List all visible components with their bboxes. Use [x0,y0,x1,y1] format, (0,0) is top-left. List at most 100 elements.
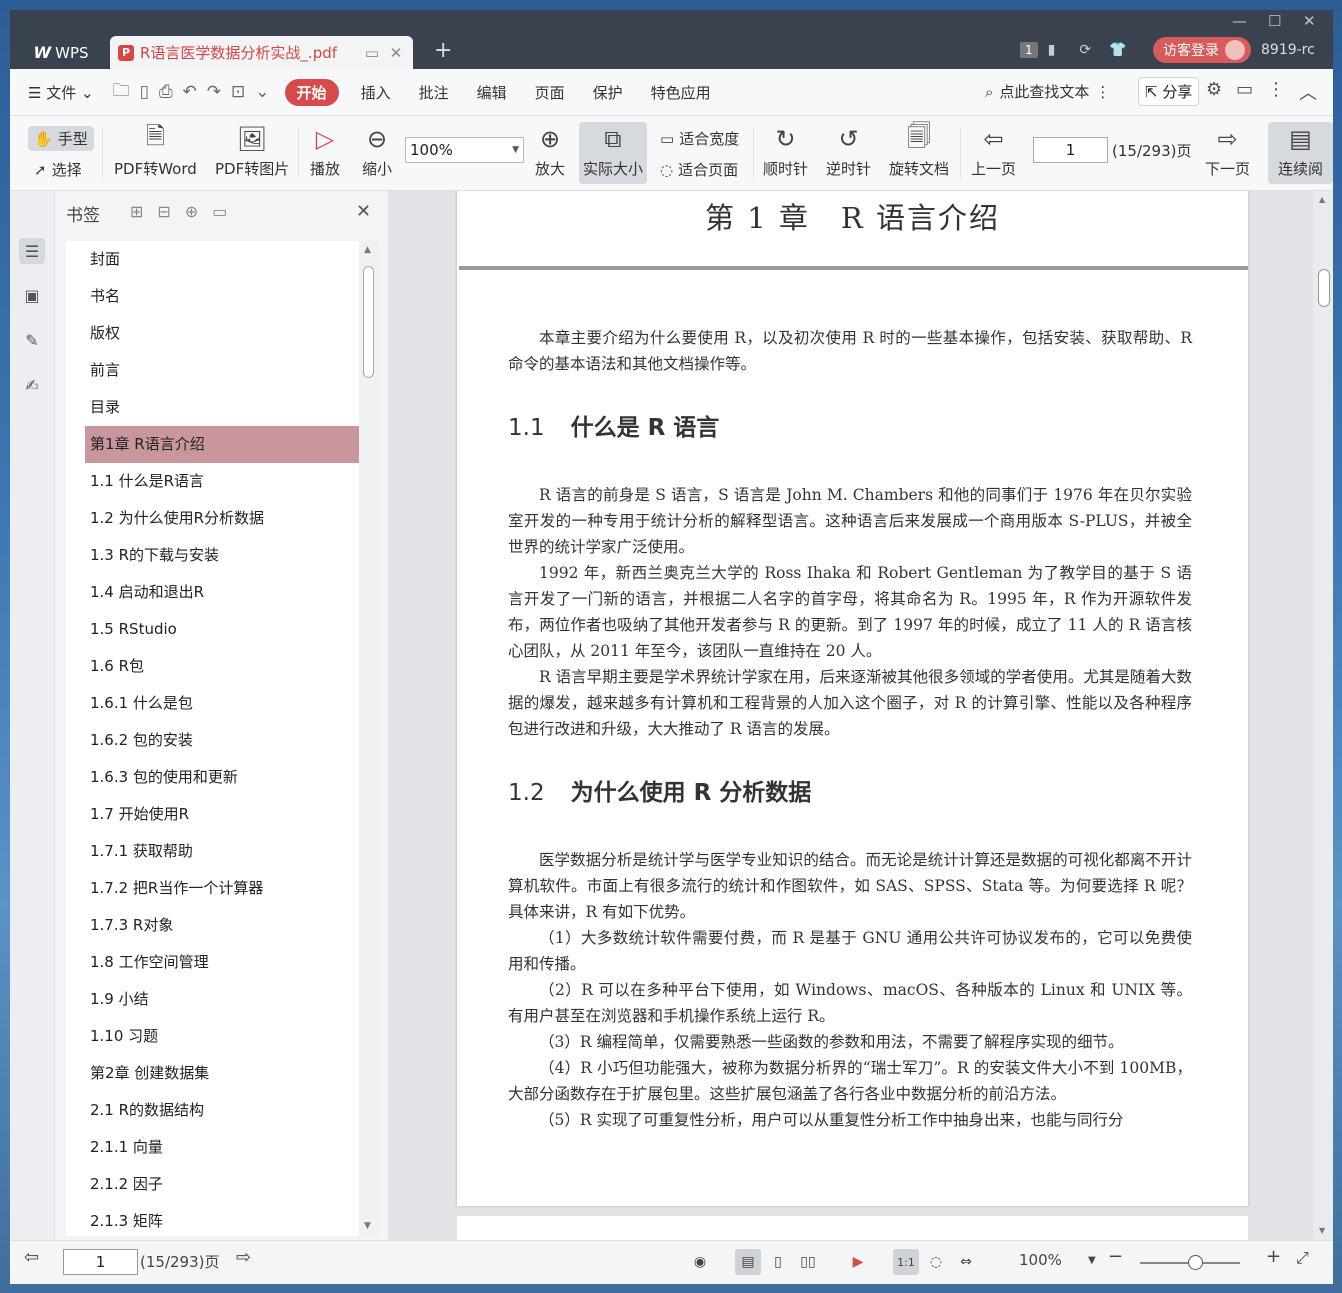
tab-special[interactable]: 特色应用 [637,82,725,103]
close-window-icon[interactable]: ✕ [1303,12,1316,30]
page-number-input[interactable]: 1 [1033,137,1108,163]
bookmark-item[interactable]: 1.4 启动和退出R [66,574,359,611]
more-icon[interactable]: ⋮ [1267,79,1285,105]
hand-tool-button[interactable]: ✋ 手型 [28,126,94,151]
single-page-icon[interactable]: ▯ [765,1249,791,1275]
bookmark-item[interactable]: 1.7 开始使用R [66,796,359,833]
window-count-badge[interactable]: 1 [1020,42,1038,58]
bookmark-item[interactable]: 1.7.2 把R当作一个计算器 [66,870,359,907]
zoom-plus-icon[interactable]: + [1266,1246,1281,1267]
actual-size-button[interactable]: ⧉ 实际大小 [579,122,647,184]
minimize-icon[interactable]: — [1232,12,1247,30]
annotation-icon[interactable]: ✎ [19,327,45,353]
actual-size-icon[interactable]: 1:1 [893,1249,919,1275]
visitor-login-button[interactable]: 访客登录 [1153,37,1251,63]
new-tab-button[interactable]: + [434,38,452,63]
bookmark-item[interactable]: 前言 [66,352,359,389]
tab-preview-icon[interactable]: ▭ [363,44,381,62]
comment-icon[interactable]: ▭ [1236,79,1253,105]
bookmark-item[interactable]: 1.7.3 R对象 [66,907,359,944]
two-page-icon[interactable]: ▯▯ [795,1249,821,1275]
wps-home-tab[interactable]: W WPS [14,36,108,69]
play-slideshow-icon[interactable]: ▶ [845,1249,871,1275]
bookmark-item[interactable]: 1.6.1 什么是包 [66,685,359,722]
print-icon[interactable]: ⎙ [159,82,173,102]
pdf-to-image-button[interactable]: 🖼 PDF转图片 [215,122,289,179]
rotate-document-button[interactable]: 🗐 旋转文档 [889,122,949,179]
bookmark-item[interactable]: 第1章 R语言介绍 [85,426,359,463]
bookmark-item[interactable]: 封面 [66,241,359,278]
document-view[interactable]: 第 1 章 R 语言介绍 本章主要介绍为什么要使用 R，以及初次使用 R 时的一… [388,191,1323,1240]
tab-protect[interactable]: 保护 [579,82,637,103]
redo-icon[interactable]: ↷ [207,82,221,102]
bookmark-item[interactable]: 1.2 为什么使用R分析数据 [66,500,359,537]
bookmark-item[interactable]: 第2章 创建数据集 [66,1055,359,1092]
bookmark-item[interactable]: 2.1 R的数据结构 [66,1092,359,1129]
scroll-up-icon[interactable]: ▲ [1319,195,1325,204]
open-icon[interactable]: 🗀 [113,78,130,107]
zoom-out-button[interactable]: ⊖ 缩小 [362,122,392,179]
scroll-thumb[interactable] [1318,269,1330,307]
prev-page-arrow-icon[interactable]: ⇦ [24,1247,39,1268]
search-more-icon[interactable]: ⋮ [1095,83,1110,101]
search-box[interactable]: ⌕ 点此查找文本 ⋮ [985,81,1110,102]
bookmark-item[interactable]: 2.1.2 因子 [66,1166,359,1203]
fit-page-icon[interactable]: ◌ [923,1249,949,1275]
next-page-arrow-icon[interactable]: ⇨ [236,1247,251,1268]
bookmark-item[interactable]: 1.6.2 包的安装 [66,722,359,759]
bookmark-scrollbar[interactable]: ▲ ▼ [359,241,378,1236]
scroll-thumb[interactable] [363,266,374,378]
expand-all-icon[interactable]: ⊞ [130,202,143,221]
bookmark-item[interactable]: 1.9 小结 [66,981,359,1018]
fullscreen-icon[interactable]: ⤢ [1296,1248,1309,1268]
bookmark-item[interactable]: 2.1.3 矩阵 [66,1203,359,1236]
next-page-button[interactable]: ⇨ 下一页 [1205,122,1250,179]
continuous-read-button[interactable]: ▤ 连续阅 [1268,122,1333,184]
scroll-down-icon[interactable]: ▼ [1319,1226,1325,1235]
bookmark-panel-icon[interactable]: ☰ [19,238,45,264]
continuous-view-icon[interactable]: ▤ [735,1249,761,1275]
add-bookmark-icon[interactable]: ⊕ [185,202,198,221]
close-panel-icon[interactable]: ✕ [356,201,371,222]
play-button[interactable]: ▷ 播放 [310,122,340,179]
thumbnail-icon[interactable]: ▣ [19,282,45,308]
status-zoom-value[interactable]: 100% [1019,1251,1062,1269]
export-icon[interactable]: ⊡ [231,82,245,102]
signature-icon[interactable]: ✍ [19,372,45,398]
fit-width-button[interactable]: ▭ 适合宽度 [660,128,739,149]
tab-page[interactable]: 页面 [521,82,579,103]
bookmark-item[interactable]: 1.8 工作空间管理 [66,944,359,981]
bookmark-item[interactable]: 1.5 RStudio [66,611,359,648]
pdf-to-word-button[interactable]: 🗎 PDF转Word [114,122,197,179]
save-icon[interactable]: ▯ [140,82,149,102]
settings-gear-icon[interactable]: ⚙ [1206,79,1222,105]
zoom-in-button[interactable]: ⊕ 放大 [535,122,565,179]
document-scrollbar[interactable]: ▲ ▼ [1313,191,1333,1240]
rotate-clockwise-button[interactable]: ↻ 顺时针 [763,122,808,179]
status-page-input[interactable]: 1 [63,1249,138,1275]
scroll-up-icon[interactable]: ▲ [364,245,371,255]
share-button[interactable]: ⇱ 分享 [1138,77,1200,106]
tab-insert[interactable]: 插入 [347,82,405,103]
zoom-dropdown-icon[interactable]: ▼ [1088,1255,1096,1266]
bookmark-item[interactable]: 1.7.1 获取帮助 [66,833,359,870]
zoom-slider-knob[interactable] [1188,1255,1203,1270]
previous-page-button[interactable]: ⇦ 上一页 [971,122,1016,179]
undo-icon[interactable]: ↶ [183,82,197,102]
eye-protection-icon[interactable]: ◉ [687,1249,713,1275]
fit-width-icon[interactable]: ⇔ [953,1249,979,1275]
bookmark-item[interactable]: 1.6.3 包的使用和更新 [66,759,359,796]
sync-icon[interactable]: ⟳ [1079,42,1091,58]
select-tool-button[interactable]: ➚ 选择 [34,159,82,180]
bookmark-item[interactable]: 1.3 R的下载与安装 [66,537,359,574]
bookmark-item[interactable]: 1.1 什么是R语言 [66,463,359,500]
zoom-slider[interactable] [1140,1255,1240,1270]
tab-edit[interactable]: 编辑 [463,82,521,103]
tab-annotate[interactable]: 批注 [405,82,463,103]
tab-start[interactable]: 开始 [284,78,339,106]
bookmark-item[interactable]: 版权 [66,315,359,352]
bookmark-options-icon[interactable]: ▭ [212,202,227,221]
collapse-all-icon[interactable]: ⊟ [157,202,170,221]
layout-icon[interactable]: ▮ [1048,42,1056,58]
scroll-down-icon[interactable]: ▼ [364,1221,371,1231]
